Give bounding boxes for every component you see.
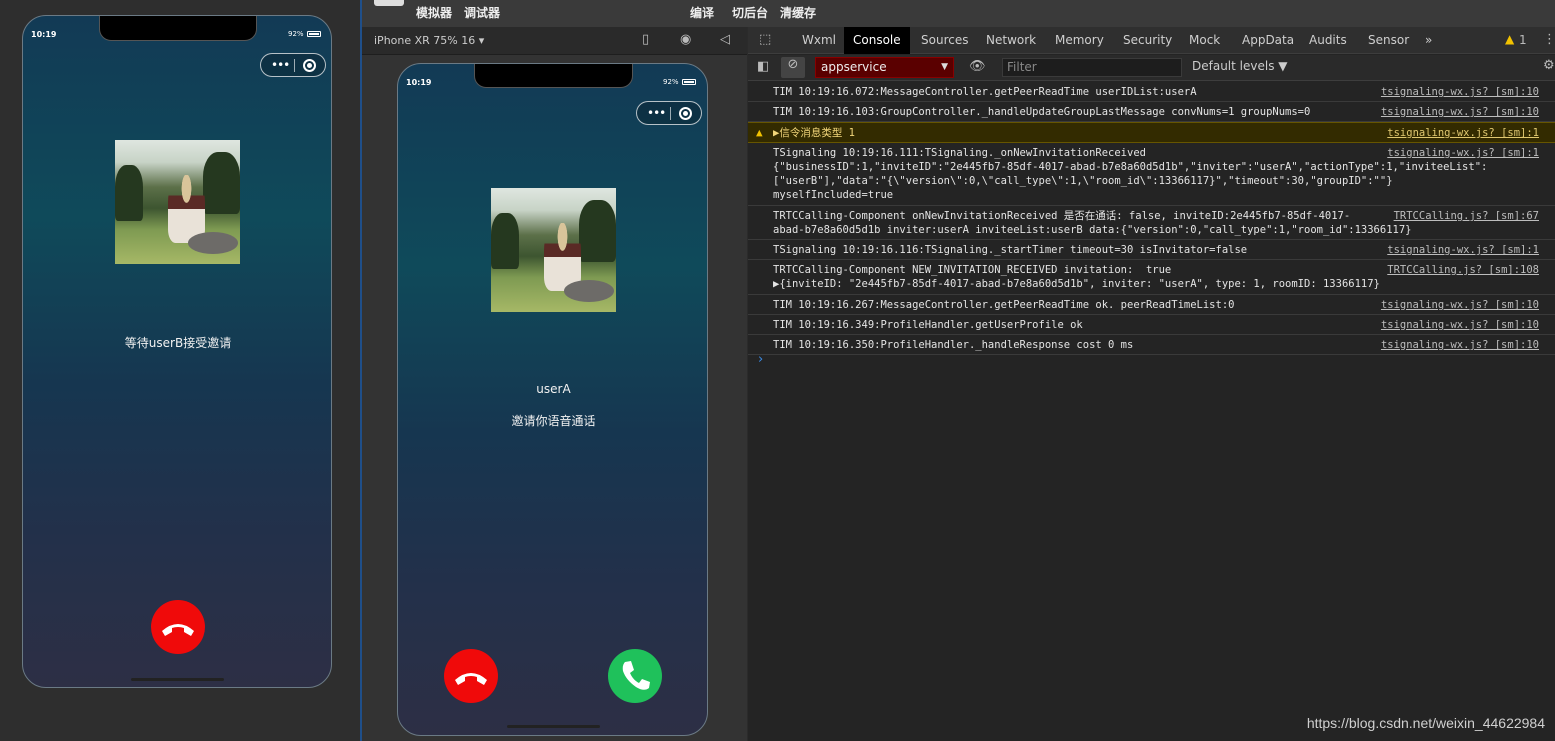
- device-toolbar: iPhone XR 75% 16 ▾ ▯ ◉ ◁: [362, 27, 747, 55]
- tab-console[interactable]: Console: [844, 27, 910, 54]
- log-levels-select[interactable]: Default levels ▼: [1192, 59, 1288, 73]
- log-entry: TSignaling 10:19:16.111:TSignaling._onNe…: [748, 143, 1555, 206]
- log-entry: TIM 10:19:16.072:MessageController.getPe…: [748, 82, 1555, 102]
- warning-count[interactable]: 1: [1519, 33, 1527, 47]
- tab-wxml[interactable]: Wxml: [793, 27, 845, 54]
- background-button[interactable]: 切后台: [732, 4, 768, 21]
- filter-input[interactable]: Filter: [1002, 58, 1182, 77]
- hangup-icon: [455, 673, 487, 685]
- tab-network[interactable]: Network: [977, 27, 1045, 54]
- context-select[interactable]: appservice ▼: [815, 57, 954, 78]
- home-indicator: [507, 725, 600, 728]
- phone-left: 10:19 92% ••• 等待userB接受邀请: [22, 15, 332, 688]
- simulator-tab[interactable]: 模拟器: [416, 4, 452, 21]
- record-icon[interactable]: ◉: [680, 32, 691, 47]
- tab-memory[interactable]: Memory: [1046, 27, 1113, 54]
- log-source-link[interactable]: tsignaling-wx.js? [sm]:10: [1381, 85, 1539, 99]
- battery-icon: [306, 31, 321, 37]
- log-source-link[interactable]: TRTCCalling.js? [sm]:108: [1387, 263, 1539, 277]
- tab-mock[interactable]: Mock: [1180, 27, 1229, 54]
- hangup-button[interactable]: [151, 600, 205, 654]
- log-entry: TSignaling 10:19:16.116:TSignaling._star…: [748, 240, 1555, 260]
- console-prompt[interactable]: ›: [758, 352, 763, 367]
- log-source-link[interactable]: tsignaling-wx.js? [sm]:1: [1387, 243, 1539, 257]
- log-entry: TIM 10:19:16.350:ProfileHandler._handleR…: [748, 335, 1555, 355]
- console-toolbar: ◧ ⊘ appservice ▼ 👁 Filter Default levels …: [748, 55, 1555, 81]
- log-source-link[interactable]: tsignaling-wx.js? [sm]:1: [1387, 126, 1539, 140]
- caller-avatar: [491, 188, 616, 312]
- eye-icon[interactable]: 👁: [969, 59, 986, 74]
- log-entry-warning[interactable]: ▲ ▶信令消息类型 1 tsignaling-wx.js? [sm]:1: [748, 122, 1555, 143]
- tab-sensor[interactable]: Sensor: [1359, 27, 1418, 54]
- status-battery: 92%: [288, 30, 321, 38]
- clear-cache-button[interactable]: 清缓存: [780, 4, 816, 21]
- top-toolbar: 模拟器 调试器 编译 切后台 清缓存: [362, 0, 1555, 27]
- phone-icon[interactable]: ▯: [642, 32, 649, 47]
- log-entry-object[interactable]: TRTCCalling-Component NEW_INVITATION_REC…: [748, 260, 1555, 295]
- clear-console-icon[interactable]: ⊘: [781, 57, 805, 78]
- devtools-menu-icon[interactable]: ⋮: [1543, 32, 1555, 47]
- left-simulator-panel: 10:19 92% ••• 等待userB接受邀请: [0, 0, 360, 741]
- inspect-icon[interactable]: ⬚: [759, 32, 771, 47]
- warning-icon: ▲: [756, 126, 763, 139]
- compile-button[interactable]: 编译: [690, 4, 714, 21]
- phone-notch: [474, 64, 633, 88]
- settings-icon[interactable]: ⚙: [1543, 58, 1555, 73]
- devtools-panel: ⬚ Wxml Console Sources Network Memory Se…: [748, 27, 1555, 741]
- status-time: 10:19: [406, 78, 432, 87]
- log-entry: TIM 10:19:16.349:ProfileHandler.getUserP…: [748, 315, 1555, 335]
- log-source-link[interactable]: tsignaling-wx.js? [sm]:10: [1381, 105, 1539, 119]
- app-logo: [374, 0, 404, 6]
- tab-sources[interactable]: Sources: [912, 27, 977, 54]
- tab-appdata[interactable]: AppData: [1233, 27, 1303, 54]
- phone-middle: 10:19 92% ••• userA 邀请你语音通话: [397, 63, 708, 736]
- warning-icon: ▲: [1505, 32, 1515, 46]
- waiting-text: 等待userB接受邀请: [124, 336, 232, 350]
- home-indicator: [131, 678, 224, 681]
- devtools-tabs: ⬚ Wxml Console Sources Network Memory Se…: [748, 27, 1555, 54]
- sound-icon[interactable]: ◁: [720, 32, 730, 47]
- tab-audits[interactable]: Audits: [1300, 27, 1356, 54]
- capsule-menu[interactable]: •••: [636, 101, 702, 125]
- log-entry: TRTCCalling-Component onNewInvitationRec…: [748, 206, 1555, 240]
- log-entry: TIM 10:19:16.267:MessageController.getPe…: [748, 295, 1555, 315]
- phone-accept-icon: [622, 661, 650, 690]
- status-battery: 92%: [663, 78, 696, 86]
- log-source-link[interactable]: TRTCCalling.js? [sm]:67: [1394, 209, 1539, 223]
- log-entry: TIM 10:19:16.103:GroupController._handle…: [748, 102, 1555, 122]
- caller-name: userA: [536, 382, 571, 396]
- log-source-link[interactable]: tsignaling-wx.js? [sm]:10: [1381, 298, 1539, 312]
- close-capsule-icon[interactable]: [679, 107, 692, 120]
- log-source-link[interactable]: tsignaling-wx.js? [sm]:10: [1381, 318, 1539, 332]
- log-source-link[interactable]: tsignaling-wx.js? [sm]:1: [1387, 146, 1539, 160]
- tab-security[interactable]: Security: [1114, 27, 1181, 54]
- capsule-menu[interactable]: •••: [260, 53, 326, 77]
- accept-button[interactable]: [608, 649, 662, 703]
- invite-text: 邀请你语音通话: [511, 414, 596, 428]
- phone-notch: [99, 16, 257, 41]
- more-icon[interactable]: •••: [271, 58, 290, 72]
- device-select[interactable]: iPhone XR 75% 16 ▾: [374, 34, 484, 47]
- sidebar-toggle-icon[interactable]: ◧: [757, 59, 769, 74]
- reject-button[interactable]: [444, 649, 498, 703]
- watermark: https://blog.csdn.net/weixin_44622984: [1306, 715, 1545, 731]
- more-icon[interactable]: •••: [647, 106, 666, 120]
- callee-avatar: [115, 140, 240, 264]
- hangup-icon: [162, 624, 194, 636]
- close-capsule-icon[interactable]: [303, 59, 316, 72]
- debugger-tab[interactable]: 调试器: [464, 4, 500, 21]
- battery-icon: [681, 79, 696, 85]
- more-tabs-button[interactable]: »: [1416, 27, 1441, 54]
- status-time: 10:19: [31, 30, 57, 39]
- log-source-link[interactable]: tsignaling-wx.js? [sm]:10: [1381, 338, 1539, 352]
